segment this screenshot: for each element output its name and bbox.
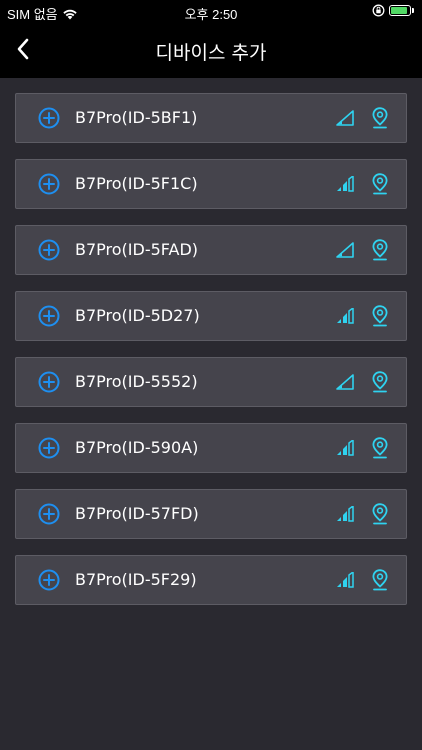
plus-circle-icon[interactable] <box>38 569 60 591</box>
device-row[interactable]: B7Pro(ID-5D27) <box>15 291 407 341</box>
device-name: B7Pro(ID-5D27) <box>75 306 200 325</box>
page-title: 디바이스 추가 <box>155 42 267 64</box>
plus-circle-icon[interactable] <box>38 503 60 525</box>
device-row[interactable]: B7Pro(ID-590A) <box>15 423 407 473</box>
plus-circle-icon[interactable] <box>38 437 60 459</box>
plus-circle-icon[interactable] <box>38 107 60 129</box>
status-bar: SIM 없음 오후 2:50 <box>0 0 422 24</box>
location-pin-icon <box>372 503 388 525</box>
device-name: B7Pro(ID-5FAD) <box>75 240 199 259</box>
location-pin-icon <box>372 305 388 327</box>
device-row[interactable]: B7Pro(ID-5FAD) <box>15 225 407 275</box>
plus-circle-icon[interactable] <box>38 305 60 327</box>
plus-circle-icon[interactable] <box>38 371 60 393</box>
device-row[interactable]: B7Pro(ID-5BF1) <box>15 93 407 143</box>
location-pin-icon <box>372 569 388 591</box>
location-pin-icon <box>372 371 388 393</box>
orientation-lock-icon <box>372 4 385 17</box>
device-name: B7Pro(ID-590A) <box>75 438 199 457</box>
signal-strength-icon <box>336 110 354 126</box>
plus-circle-icon[interactable] <box>38 239 60 261</box>
signal-strength-icon <box>337 572 354 588</box>
device-list: B7Pro(ID-5BF1) B7Pro(ID-5F1C) B7Pro(ID-5FA… <box>15 93 407 621</box>
device-name: B7Pro(ID-5F29) <box>75 570 197 589</box>
signal-strength-icon <box>337 440 354 456</box>
signal-strength-icon <box>337 176 354 192</box>
device-row[interactable]: B7Pro(ID-5552) <box>15 357 407 407</box>
plus-circle-icon[interactable] <box>38 173 60 195</box>
device-name: B7Pro(ID-5F1C) <box>75 174 198 193</box>
location-pin-icon <box>372 239 388 261</box>
signal-strength-icon <box>337 506 354 522</box>
device-row[interactable]: B7Pro(ID-5F29) <box>15 555 407 605</box>
location-pin-icon <box>372 437 388 459</box>
status-right <box>372 4 414 17</box>
battery-tip <box>412 8 414 13</box>
device-row[interactable]: B7Pro(ID-5F1C) <box>15 159 407 209</box>
device-name: B7Pro(ID-57FD) <box>75 504 199 523</box>
location-pin-icon <box>372 107 388 129</box>
device-name: B7Pro(ID-5552) <box>75 372 198 391</box>
device-name: B7Pro(ID-5BF1) <box>75 108 198 127</box>
signal-strength-icon <box>336 374 354 390</box>
signal-strength-icon <box>337 308 354 324</box>
status-time: 오후 2:50 <box>184 7 238 22</box>
battery-icon <box>389 5 411 16</box>
signal-strength-icon <box>336 242 354 258</box>
device-row[interactable]: B7Pro(ID-57FD) <box>15 489 407 539</box>
nav-bar: 디바이스 추가 <box>0 24 422 78</box>
location-pin-icon <box>372 173 388 195</box>
